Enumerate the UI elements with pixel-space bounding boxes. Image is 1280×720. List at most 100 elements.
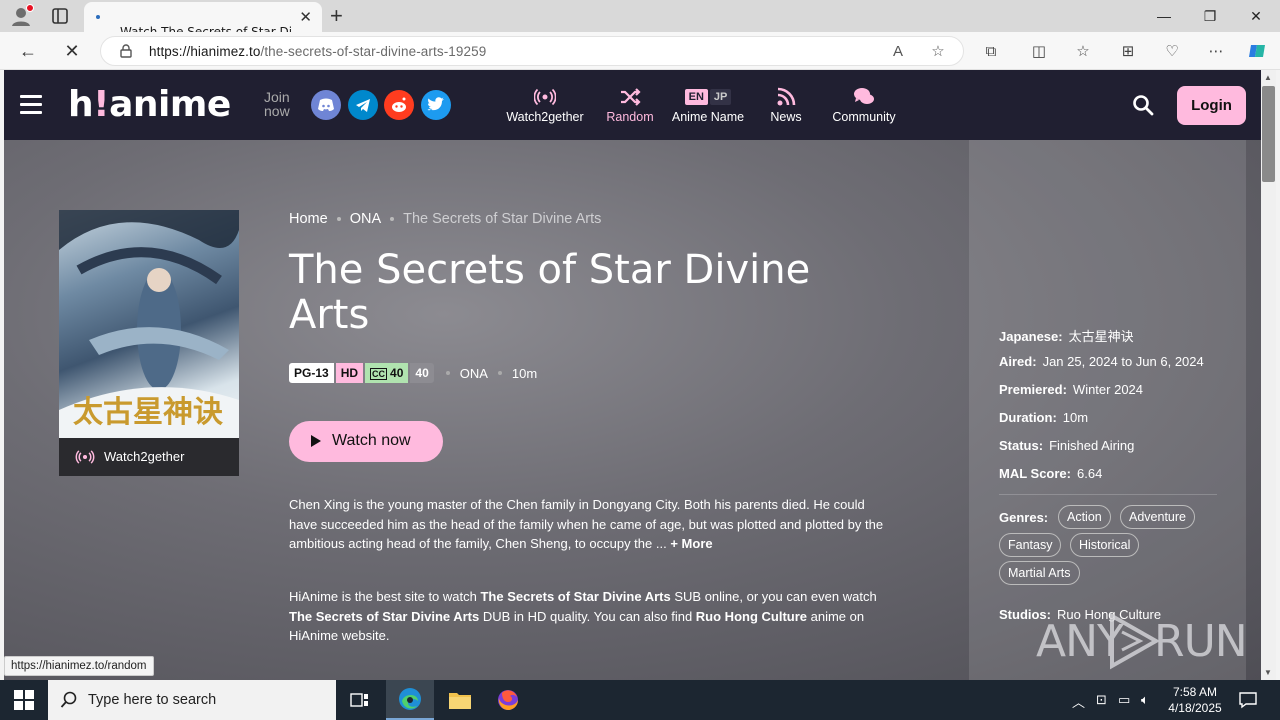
split-screen-icon[interactable]: ◫ <box>1028 41 1050 63</box>
anyrun-watermark: ANY RUN <box>1036 608 1248 672</box>
genre-chip-martial-arts[interactable]: Martial Arts <box>999 561 1080 585</box>
back-icon[interactable]: ← <box>16 40 40 62</box>
status-bar-url: https://hianimez.to/random <box>4 656 154 676</box>
genre-chip-action[interactable]: Action <box>1058 505 1111 529</box>
profile-icon[interactable] <box>10 4 34 27</box>
windows-taskbar: Type here to search ︿ ⊡ ▭ 🔈︎ 7:58 AM 4/18… <box>0 680 1280 720</box>
divider <box>999 494 1217 495</box>
page-scrollbar[interactable]: ▲ ▼ <box>1261 70 1276 680</box>
restore-icon[interactable]: ❐ <box>1187 0 1233 32</box>
extensions-icon[interactable]: ⧉ <box>980 41 1002 63</box>
site-promo-text: HiAnime is the best site to watch The Se… <box>289 589 877 643</box>
network-icon[interactable]: ▭ <box>1118 692 1130 708</box>
sub-count-badge: CC 40 <box>365 363 409 383</box>
genres-label: Genres: <box>999 510 1049 525</box>
anime-type: ONA <box>459 365 488 381</box>
copilot-icon[interactable] <box>1246 41 1268 63</box>
more-link[interactable]: + More <box>670 536 712 551</box>
firefox-icon[interactable] <box>484 680 532 720</box>
browser-tab-active[interactable]: Watch The Secrets of Star Divine ✕ <box>84 2 322 39</box>
login-button[interactable]: Login <box>1177 86 1246 125</box>
system-clock[interactable]: 7:58 AM 4/18/2025 <box>1164 684 1226 716</box>
browser-tab-bar: Watch The Secrets of Star Divine ✕ + — ❐… <box>0 0 1280 39</box>
volume-icon[interactable]: 🔈︎ <box>1141 692 1149 708</box>
windows-start-icon[interactable] <box>14 690 34 710</box>
rating-badge: PG-13 <box>289 363 334 383</box>
more-menu-icon[interactable]: ⋯ <box>1205 41 1227 63</box>
nav-watch2gether[interactable]: Watch2gether <box>502 86 588 124</box>
quality-badge: HD <box>335 363 364 383</box>
language-toggle[interactable]: EN JP <box>684 89 732 105</box>
watch-now-button[interactable]: Watch now <box>289 421 443 462</box>
task-view-icon[interactable] <box>336 680 384 720</box>
discord-icon[interactable] <box>311 90 341 120</box>
close-tab-icon[interactable]: ✕ <box>299 8 312 26</box>
broadcast-icon <box>502 86 588 108</box>
minimize-icon[interactable]: — <box>1141 0 1187 32</box>
genre-chip-adventure[interactable]: Adventure <box>1120 505 1195 529</box>
nav-anime-name[interactable]: EN JP Anime Name <box>668 86 748 124</box>
info-status: Status: Finished Airing <box>999 438 1135 453</box>
lock-icon[interactable] <box>119 44 133 58</box>
tray-device-icon[interactable]: ⊡ <box>1096 692 1107 708</box>
anime-description: Chen Xing is the young master of the Che… <box>289 497 884 551</box>
scroll-down-icon[interactable]: ▼ <box>1264 668 1272 677</box>
notifications-icon[interactable] <box>1238 690 1258 710</box>
info-mal-score: MAL Score: 6.64 <box>999 466 1103 481</box>
breadcrumb-type[interactable]: ONA <box>350 211 381 227</box>
stop-loading-icon[interactable]: ✕ <box>60 40 84 62</box>
reddit-icon[interactable] <box>384 90 414 120</box>
genre-chip-historical[interactable]: Historical <box>1070 533 1140 557</box>
close-window-icon[interactable]: ✕ <box>1233 0 1279 32</box>
search-icon[interactable] <box>1132 94 1154 116</box>
collections-icon[interactable]: ⊞ <box>1117 41 1139 63</box>
nav-news[interactable]: News <box>764 86 808 124</box>
anime-poster: 太古星神诀 <box>59 210 239 438</box>
site-logo[interactable]: h!anime <box>68 84 231 125</box>
edge-taskbar-icon[interactable] <box>386 680 434 720</box>
scroll-up-icon[interactable]: ▲ <box>1264 73 1272 82</box>
rss-icon <box>764 86 808 108</box>
breadcrumb: Home ONA The Secrets of Star Divine Arts <box>289 211 601 227</box>
nav-community[interactable]: Community <box>824 86 904 124</box>
join-now-text: Join now <box>264 89 290 119</box>
read-aloud-icon[interactable]: A <box>889 43 907 61</box>
anime-meta: PG-13 HD CC 40 40 ONA 10m <box>289 363 537 383</box>
watch2gether-button[interactable]: Watch2gether <box>59 438 239 476</box>
chat-bubbles-icon <box>824 86 904 108</box>
taskbar-search-box[interactable]: Type here to search <box>48 680 336 720</box>
url-text: https://hianimez.to/the-secrets-of-star-… <box>149 44 487 59</box>
anime-title: The Secrets of Star Divine Arts <box>289 247 811 338</box>
address-bar[interactable]: https://hianimez.to/the-secrets-of-star-… <box>100 36 964 66</box>
tray-overflow-icon[interactable]: ︿ <box>1072 692 1085 711</box>
new-tab-icon[interactable]: + <box>330 3 343 29</box>
cc-icon: CC <box>370 368 388 380</box>
tab-actions-icon[interactable] <box>50 6 70 26</box>
telegram-icon[interactable] <box>348 90 378 120</box>
favorite-star-icon[interactable]: ☆ <box>929 43 947 61</box>
menu-icon[interactable] <box>20 95 42 115</box>
play-icon <box>311 435 321 447</box>
anime-duration: 10m <box>511 365 538 381</box>
scrollbar-thumb[interactable] <box>1262 86 1275 182</box>
episode-count-badge: 40 <box>410 363 434 383</box>
favorites-icon[interactable]: ☆ <box>1072 41 1094 63</box>
file-explorer-icon[interactable] <box>436 680 484 720</box>
info-aired: Aired: Jan 25, 2024 to Jun 6, 2024 <box>999 354 1204 369</box>
breadcrumb-current: The Secrets of Star Divine Arts <box>403 211 602 227</box>
twitter-icon[interactable] <box>421 90 451 120</box>
site-header: h!anime Join now Watch2gether Random EN … <box>4 70 1261 140</box>
web-page: h!anime Join now Watch2gether Random EN … <box>4 70 1261 680</box>
loading-icon <box>96 15 100 19</box>
info-duration: Duration: 10m <box>999 410 1089 425</box>
nav-random[interactable]: Random <box>600 86 660 124</box>
shuffle-icon <box>600 86 660 108</box>
svg-text:太古星神诀: 太古星神诀 <box>73 395 223 430</box>
info-japanese: Japanese: 太古星神诀 <box>999 329 1134 344</box>
genre-chip-fantasy[interactable]: Fantasy <box>999 533 1062 557</box>
broadcast-icon <box>75 448 95 469</box>
anime-info-sidebar: Japanese: 太古星神诀 Aired: Jan 25, 2024 to Jun… <box>969 140 1246 680</box>
browser-essentials-icon[interactable]: ♡ <box>1161 41 1183 63</box>
search-icon <box>60 691 78 714</box>
breadcrumb-home[interactable]: Home <box>289 211 328 227</box>
